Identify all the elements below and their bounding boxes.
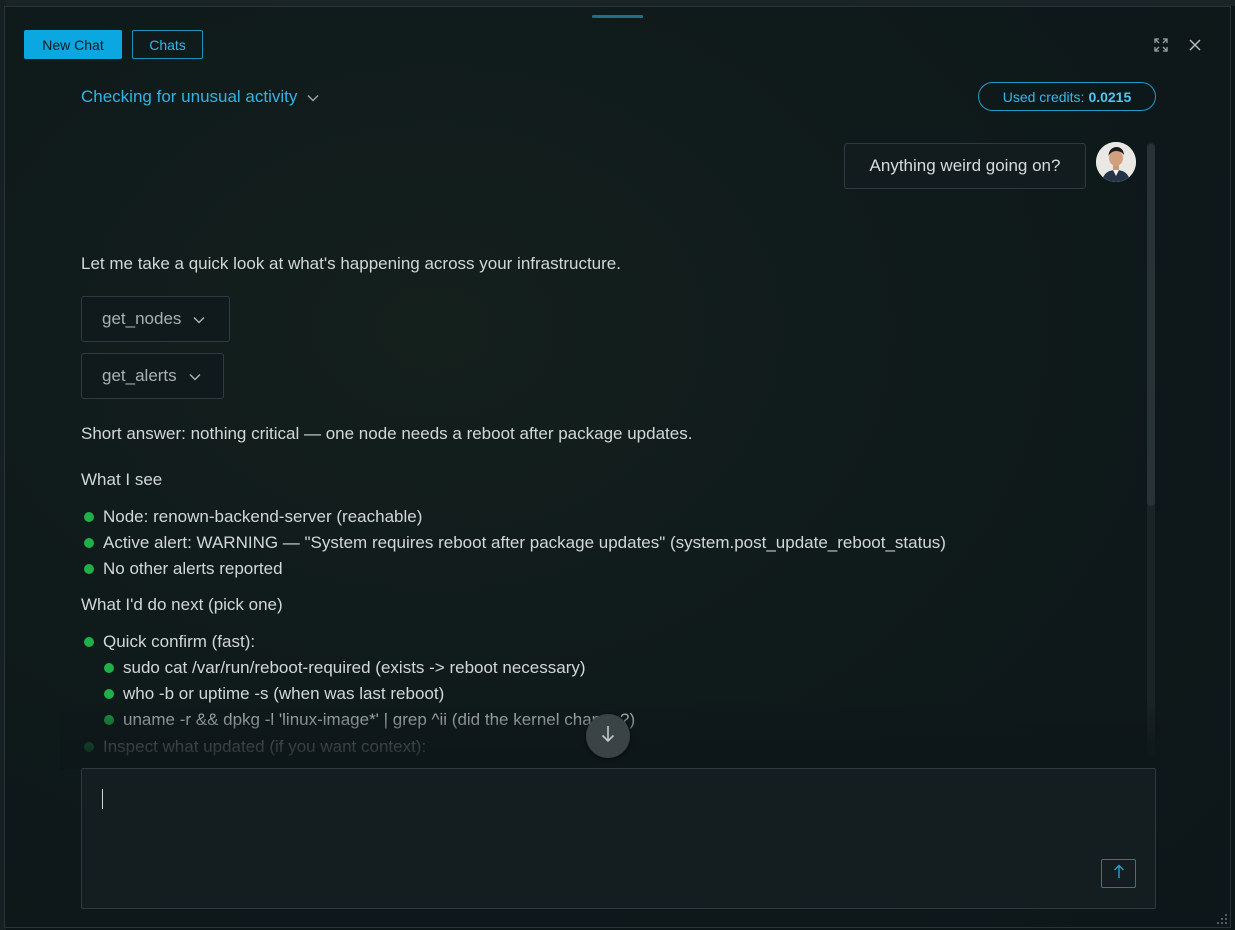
tool-call-label: get_alerts	[102, 366, 177, 385]
chevron-down-icon	[193, 309, 205, 329]
conversation-title-dropdown[interactable]: Checking for unusual activity	[81, 86, 319, 108]
assistant-intro: Let me take a quick look at what's happe…	[81, 254, 621, 273]
bullet-dot	[104, 663, 114, 673]
list-item: Node: renown-backend-server (reachable)	[84, 507, 422, 527]
list-item-text: Quick confirm (fast):	[103, 632, 256, 651]
expand-icon[interactable]	[1151, 35, 1171, 55]
close-icon[interactable]	[1185, 35, 1205, 55]
message-scrollbar[interactable]	[1147, 142, 1155, 757]
arrow-down-icon	[601, 725, 615, 748]
message-input[interactable]	[81, 768, 1156, 909]
list-item-text: No other alerts reported	[103, 559, 283, 578]
credits-badge: Used credits: 0.0215	[978, 82, 1156, 111]
chats-button[interactable]: Chats	[132, 30, 203, 59]
list-item: Inspect what updated (if you want contex…	[84, 737, 426, 757]
scrollbar-thumb[interactable]	[1147, 144, 1155, 506]
list-item-text: Node: renown-backend-server (reachable)	[103, 507, 423, 526]
list-item-text: Active alert: WARNING — "System requires…	[103, 533, 946, 552]
bullet-dot	[104, 715, 114, 725]
list-item: Active alert: WARNING — "System requires…	[84, 533, 946, 553]
bullet-dot	[104, 689, 114, 699]
credits-label: Used credits:	[1002, 88, 1085, 105]
tool-call-label: get_nodes	[102, 309, 182, 328]
user-message-bubble: Anything weird going on?	[844, 143, 1086, 189]
list-item: uname -r && dpkg -l 'linux-image*' | gre…	[104, 710, 635, 730]
bullet-dot	[84, 637, 94, 647]
new-chat-button[interactable]: New Chat	[24, 30, 122, 59]
chevron-down-icon	[189, 366, 201, 386]
list-item: sudo cat /var/run/reboot-required (exist…	[104, 658, 586, 678]
tool-call-get-nodes[interactable]: get_nodes	[81, 296, 230, 342]
avatar	[1096, 142, 1136, 182]
credits-value: 0.0215	[1088, 88, 1132, 105]
resize-grip-icon[interactable]	[1216, 912, 1228, 924]
list-item: No other alerts reported	[84, 559, 283, 579]
bullet-dot	[84, 512, 94, 522]
text-caret	[102, 789, 103, 809]
what-i-see-heading: What I see	[81, 470, 163, 489]
tool-call-get-alerts[interactable]: get_alerts	[81, 353, 224, 399]
list-item: Quick confirm (fast):	[84, 632, 255, 652]
arrow-up-icon	[1113, 864, 1125, 884]
user-message-text: Anything weird going on?	[869, 156, 1061, 175]
next-steps-heading: What I'd do next (pick one)	[81, 595, 283, 614]
bullet-dot	[84, 538, 94, 548]
list-item-text: sudo cat /var/run/reboot-required (exist…	[123, 658, 586, 677]
list-item-text: uname -r && dpkg -l 'linux-image*' | gre…	[123, 710, 636, 729]
panel-drag-handle[interactable]	[592, 15, 643, 18]
scroll-to-bottom-button[interactable]	[586, 714, 630, 758]
conversation-title: Checking for unusual activity	[81, 87, 298, 106]
send-button[interactable]	[1101, 859, 1136, 888]
list-item-text: who -b or uptime -s (when was last reboo…	[123, 684, 445, 703]
chevron-down-icon	[307, 87, 319, 107]
summary-text: Short answer: nothing critical — one nod…	[81, 424, 693, 443]
list-item: who -b or uptime -s (when was last reboo…	[104, 684, 444, 704]
list-item-text: Inspect what updated (if you want contex…	[103, 737, 427, 756]
bullet-dot	[84, 742, 94, 752]
bullet-dot	[84, 564, 94, 574]
